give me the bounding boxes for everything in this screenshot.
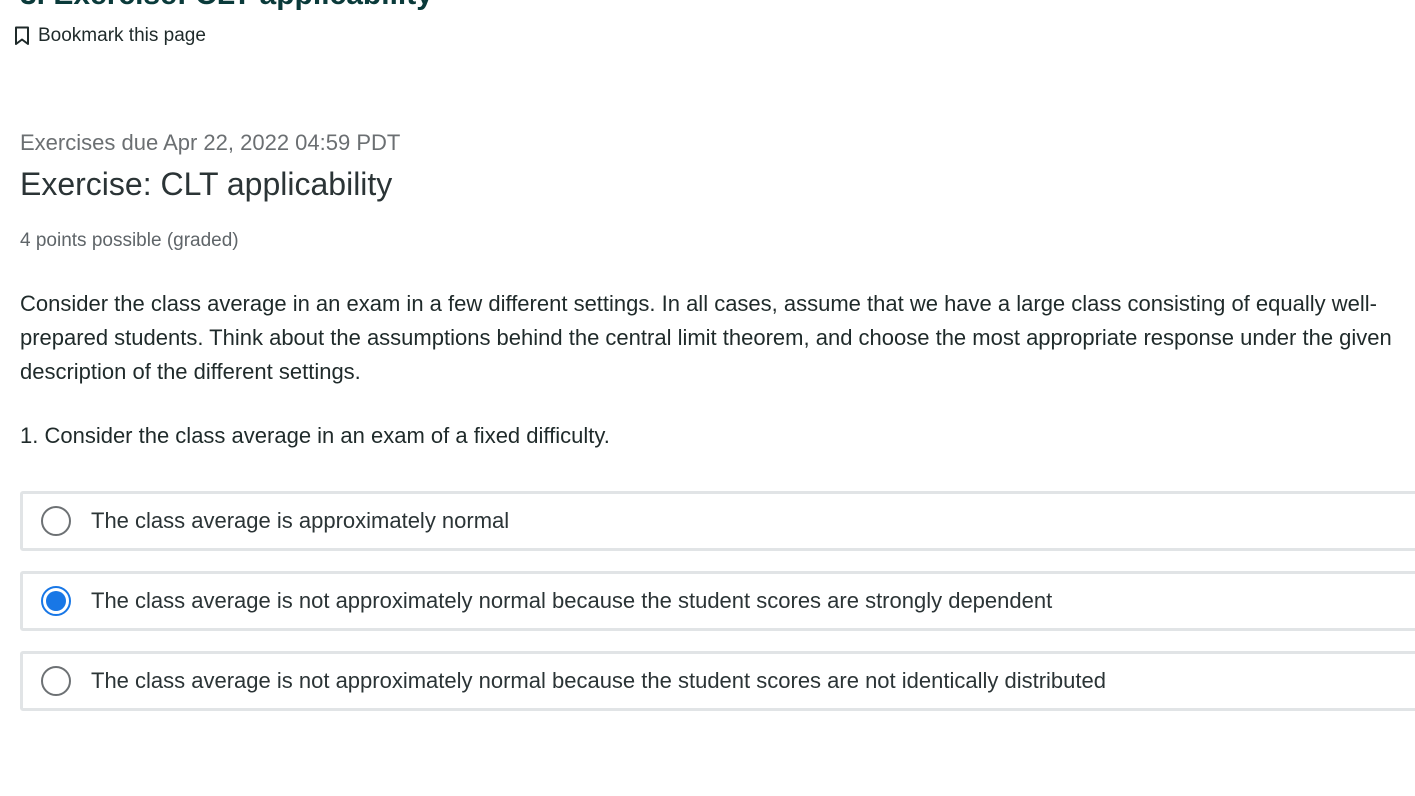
answer-option-label: The class average is not approximately n…: [91, 588, 1053, 613]
bookmark-label: Bookmark this page: [38, 25, 206, 46]
problem-prompt: Consider the class average in an exam in…: [20, 291, 1392, 384]
answer-option[interactable]: The class average is not approximately n…: [20, 571, 1415, 631]
bookmark-icon: [14, 26, 30, 46]
points-possible: 4 points possible (graded): [20, 230, 239, 251]
unit-title: 3. Exercise: CLT applicability: [20, 0, 433, 12]
radio-button[interactable]: [41, 586, 71, 616]
question-text: 1. Consider the class average in an exam…: [20, 423, 610, 448]
problem-title: Exercise: CLT applicability: [20, 166, 393, 202]
radio-button[interactable]: [41, 506, 71, 536]
bookmark-button[interactable]: Bookmark this page: [14, 25, 206, 47]
radio-button[interactable]: [41, 666, 71, 696]
answer-option[interactable]: The class average is approximately norma…: [20, 491, 1415, 551]
answer-option[interactable]: The class average is not approximately n…: [20, 651, 1415, 711]
page: 3. Exercise: CLT applicability Bookmark …: [0, 0, 1415, 796]
answer-option-label: The class average is approximately norma…: [91, 508, 510, 533]
due-date: Exercises due Apr 22, 2022 04:59 PDT: [20, 130, 401, 155]
answer-option-label: The class average is not approximately n…: [91, 668, 1106, 693]
